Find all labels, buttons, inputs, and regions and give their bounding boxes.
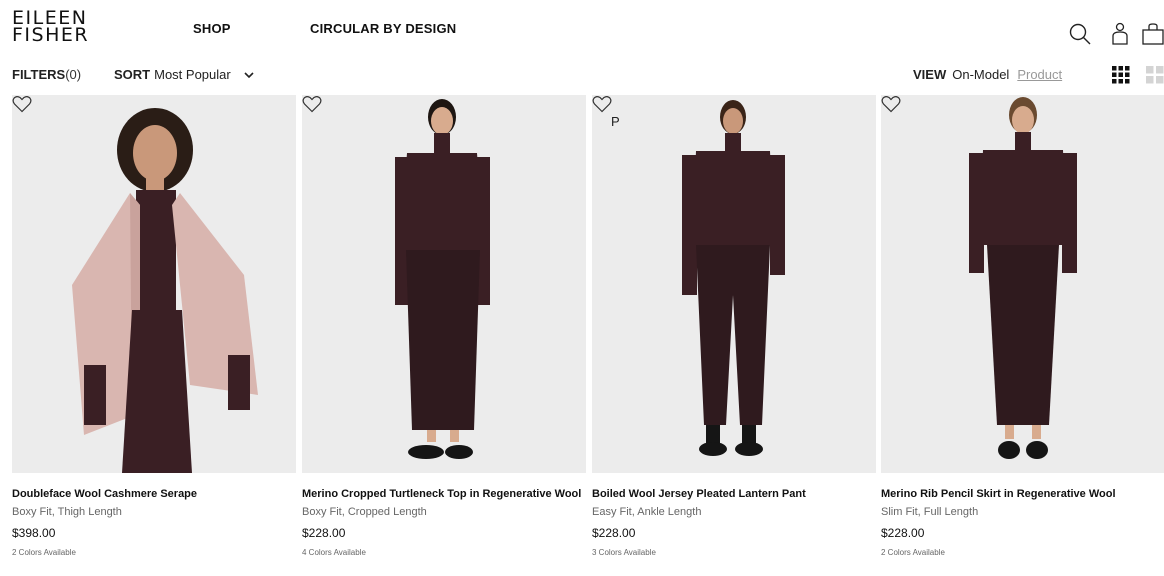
product-info: Merino Rib Pencil Skirt in Regenerative … xyxy=(881,473,1164,558)
product-price: $228.00 xyxy=(592,526,636,540)
view-product[interactable]: Product xyxy=(1017,67,1062,82)
product-colors-available: 2 Colors Available xyxy=(12,548,76,557)
logo-line-2: FISHER xyxy=(12,24,90,46)
wishlist-heart-icon[interactable] xyxy=(302,95,322,113)
product-name[interactable]: Merino Cropped Turtleneck Top in Regener… xyxy=(302,487,586,501)
dense-grid-icon[interactable] xyxy=(1112,66,1130,84)
product-name[interactable]: Doubleface Wool Cashmere Serape xyxy=(12,487,296,501)
nav-shop[interactable]: SHOP xyxy=(193,21,231,36)
product-price: $228.00 xyxy=(881,526,925,540)
product-colors-available: 4 Colors Available xyxy=(302,548,366,557)
product-info: Merino Cropped Turtleneck Top in Regener… xyxy=(302,473,586,558)
view-label: VIEW xyxy=(913,67,947,82)
wishlist-heart-icon[interactable] xyxy=(12,95,32,113)
model-turtleneck-illustration xyxy=(395,99,490,459)
filters-count: (0) xyxy=(65,67,82,82)
site-header: EILEEN FISHER SHOP CIRCULAR BY DESIGN xyxy=(0,0,1164,60)
search-icon[interactable] xyxy=(1068,22,1092,46)
shopping-bag-icon[interactable] xyxy=(1141,22,1164,46)
chevron-down-icon xyxy=(244,72,254,79)
sort-label: SORT xyxy=(114,67,151,82)
product-colors-available: 3 Colors Available xyxy=(592,548,656,557)
model-lantern-pant-illustration xyxy=(682,100,785,456)
product-price: $398.00 xyxy=(12,526,56,540)
view-switcher: VIEW On-Model Product xyxy=(913,67,1062,82)
product-badge: P xyxy=(611,114,620,129)
nav-circular-by-design[interactable]: CIRCULAR BY DESIGN xyxy=(310,21,456,36)
product-info: Boiled Wool Jersey Pleated Lantern Pant … xyxy=(592,473,876,558)
product-price: $228.00 xyxy=(302,526,346,540)
wishlist-heart-icon[interactable] xyxy=(592,95,612,113)
product-info: Doubleface Wool Cashmere Serape Boxy Fit… xyxy=(12,473,296,558)
filters-label: FILTERS xyxy=(12,67,66,82)
brand-logo[interactable]: EILEEN FISHER xyxy=(12,9,90,46)
product-card[interactable]: P Boiled Wool Jersey Pleated Lantern Pan… xyxy=(592,95,876,558)
sparse-grid-icon[interactable] xyxy=(1146,66,1164,84)
product-fit: Boxy Fit, Cropped Length xyxy=(302,506,427,518)
product-image[interactable] xyxy=(12,95,296,473)
product-card[interactable]: Doubleface Wool Cashmere Serape Boxy Fit… xyxy=(12,95,296,558)
product-card[interactable]: Merino Rib Pencil Skirt in Regenerative … xyxy=(881,95,1164,558)
account-icon[interactable] xyxy=(1108,22,1132,46)
sort-dropdown[interactable]: SORT Most Popular xyxy=(114,67,254,82)
wishlist-heart-icon[interactable] xyxy=(881,95,901,113)
product-image[interactable] xyxy=(302,95,586,473)
model-serape-illustration xyxy=(72,108,258,473)
product-card[interactable]: Merino Cropped Turtleneck Top in Regener… xyxy=(302,95,586,558)
sort-value: Most Popular xyxy=(154,67,231,82)
product-name[interactable]: Merino Rib Pencil Skirt in Regenerative … xyxy=(881,487,1164,501)
product-fit: Slim Fit, Full Length xyxy=(881,506,979,518)
product-image[interactable]: P xyxy=(592,95,876,473)
product-image[interactable] xyxy=(881,95,1164,473)
model-pencil-skirt-illustration xyxy=(969,97,1077,459)
product-fit: Boxy Fit, Thigh Length xyxy=(12,506,122,518)
product-colors-available: 2 Colors Available xyxy=(881,548,945,557)
listing-toolbar: FILTERS(0) SORT Most Popular VIEW On-Model… xyxy=(0,64,1164,86)
filters-button[interactable]: FILTERS(0) xyxy=(12,67,81,82)
product-fit: Easy Fit, Ankle Length xyxy=(592,506,702,518)
product-name[interactable]: Boiled Wool Jersey Pleated Lantern Pant xyxy=(592,487,876,501)
view-on-model[interactable]: On-Model xyxy=(952,67,1009,82)
